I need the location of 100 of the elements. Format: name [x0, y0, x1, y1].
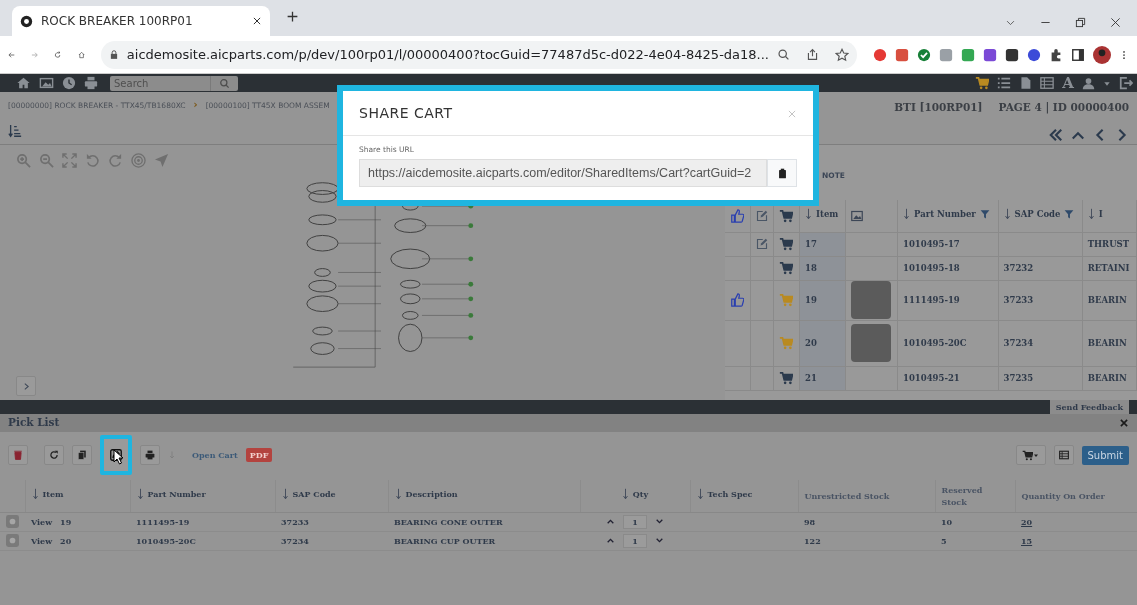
page-label: PAGE 4 | ID 00000400 [998, 100, 1129, 116]
table-cell: 37234 [281, 535, 309, 546]
quantity-field[interactable]: 1 [623, 533, 647, 548]
table-cell: 1010495-21 [903, 372, 960, 383]
pdf-badge[interactable]: PDF [245, 448, 273, 462]
column-header[interactable]: SAP Code [292, 488, 336, 501]
column-header[interactable]: Qty [632, 488, 649, 501]
cart-icon[interactable] [975, 76, 990, 90]
column-header[interactable]: Item [816, 207, 839, 221]
cart-icon[interactable] [779, 261, 794, 275]
close-icon[interactable] [1110, 17, 1121, 28]
thumbs-up-icon[interactable] [730, 208, 744, 223]
table-cell: THRUST [1087, 238, 1130, 249]
table-cell: BEARIN [1087, 294, 1127, 305]
logout-icon[interactable] [1119, 76, 1133, 90]
column-header[interactable]: Part Number [147, 488, 206, 501]
close-icon[interactable] [252, 16, 262, 26]
home-icon[interactable] [16, 76, 31, 90]
caret-icon [1033, 452, 1039, 458]
mouse-cursor-icon [113, 449, 124, 465]
view-link[interactable]: View [31, 534, 53, 547]
print-button[interactable] [140, 445, 160, 465]
table-cell: 20 [60, 534, 72, 547]
document-icon[interactable] [1019, 76, 1033, 90]
column-header[interactable]: Description [405, 488, 458, 501]
quantity-field[interactable]: 1 [623, 514, 647, 529]
table-cell: 19 [805, 294, 817, 305]
table-view-button[interactable] [1053, 445, 1074, 465]
trash-icon [13, 450, 23, 460]
extension-icon[interactable] [1027, 47, 1041, 62]
sort-arrow-icon [1003, 208, 1011, 221]
printer-icon[interactable] [145, 450, 155, 460]
send-feedback-button[interactable]: Send Feedback [1049, 400, 1129, 414]
cart-icon[interactable] [779, 208, 794, 223]
cart-dropdown-button[interactable] [1015, 445, 1046, 465]
table-cell: BEARING CONE OUTER [394, 516, 503, 527]
sort-list-icon[interactable] [8, 123, 22, 138]
share-icon[interactable] [806, 48, 819, 61]
filter-icon[interactable] [979, 209, 990, 220]
browser-tab[interactable]: ROCK BREAKER 100RP01 [12, 6, 270, 36]
column-header[interactable]: I [1098, 207, 1103, 221]
star-icon[interactable] [835, 47, 849, 62]
view-link[interactable]: View [31, 515, 53, 528]
table-cell: 37233 [281, 516, 309, 527]
delete-button[interactable] [8, 445, 28, 465]
puzzle-icon[interactable] [1049, 47, 1063, 62]
column-header[interactable]: Part Number [914, 207, 976, 221]
table-cell: 37233 [1003, 294, 1034, 305]
column-header[interactable]: SAP Code [1014, 207, 1061, 221]
tab-title: ROCK BREAKER 100RP01 [41, 13, 194, 30]
list-icon[interactable] [997, 76, 1012, 90]
font-size-button[interactable]: A [1062, 75, 1074, 91]
user-icon[interactable] [1082, 76, 1095, 90]
edit-icon[interactable] [755, 209, 768, 222]
printer-icon[interactable] [84, 76, 98, 90]
caret-icon[interactable] [1103, 79, 1111, 87]
refresh-button[interactable] [44, 445, 64, 465]
decrement-icon[interactable] [655, 517, 664, 526]
open-cart-link[interactable]: Open Cart [192, 449, 238, 461]
clock-icon[interactable] [62, 76, 76, 90]
column-header[interactable]: Item [42, 488, 64, 501]
edit-icon[interactable] [755, 238, 768, 251]
table-cell: 18 [805, 262, 817, 273]
thumbs-up-icon[interactable] [730, 293, 744, 307]
dialog-title: SHARE CART [359, 103, 453, 123]
column-header[interactable]: Tech Spec [707, 488, 753, 501]
share-button[interactable] [100, 435, 132, 475]
avatar-icon[interactable] [1093, 45, 1111, 64]
url-field[interactable]: https://aicdemosite.aicparts.com/editor/SharedItems/Cart?cartGuid=2 [359, 159, 767, 188]
cart-icon[interactable] [779, 237, 794, 251]
submit-button[interactable]: Submit [1081, 445, 1129, 465]
table-cell: 1010495-20C [136, 535, 196, 546]
increment-icon[interactable] [606, 536, 615, 545]
restore-icon[interactable] [1075, 17, 1086, 28]
first-page-icon[interactable] [1049, 127, 1063, 142]
image-icon[interactable] [39, 76, 54, 90]
quantity-link[interactable]: 15 [1021, 535, 1033, 546]
increment-icon[interactable] [606, 517, 615, 526]
extension-icon[interactable] [1005, 47, 1019, 62]
cart-icon [1022, 449, 1033, 461]
cart-icon[interactable] [779, 371, 794, 385]
extension-icon[interactable] [983, 47, 997, 62]
quantity-link[interactable]: 20 [1021, 516, 1033, 527]
side-panel-icon[interactable] [1071, 47, 1085, 62]
decrement-icon[interactable] [655, 536, 664, 545]
search-button[interactable] [210, 75, 238, 91]
table-cell: RETAINI [1087, 262, 1130, 273]
copy-button[interactable] [72, 445, 92, 465]
filter-icon[interactable] [1064, 209, 1075, 220]
new-tab-icon[interactable] [286, 10, 299, 23]
site-favicon-icon [20, 14, 33, 28]
clipboard-icon [776, 168, 788, 180]
table-icon[interactable] [1040, 76, 1055, 90]
zoom-icon[interactable] [777, 48, 790, 61]
sort-arrow-icon [1087, 208, 1095, 221]
sort-arrow-icon [903, 208, 910, 221]
table-cell: 37234 [1003, 337, 1034, 348]
search-field[interactable]: Search [110, 75, 210, 91]
copy-to-clipboard-button[interactable] [767, 159, 797, 188]
copy-icon [77, 450, 87, 460]
